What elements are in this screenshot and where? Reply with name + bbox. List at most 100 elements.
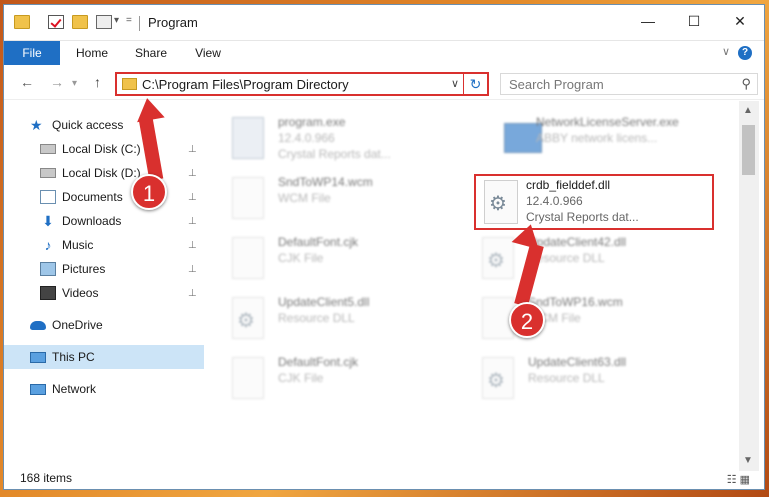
file-type: ABBY network licens... bbox=[536, 131, 658, 145]
dll-gear-icon bbox=[484, 180, 518, 224]
file-name: UpdateClient5.dll bbox=[278, 295, 370, 309]
pin-icon[interactable]: ⊥ bbox=[188, 240, 197, 251]
help-icon[interactable]: ? bbox=[738, 46, 752, 60]
sidebar-item-music[interactable]: ♪ Music ⊥ bbox=[40, 233, 204, 257]
scroll-up-icon[interactable]: ▲ bbox=[743, 105, 753, 116]
maximize-button[interactable]: ☐ bbox=[671, 5, 717, 37]
new-folder-icon[interactable] bbox=[72, 15, 88, 29]
dll-gear-icon bbox=[482, 237, 514, 279]
file-type: CJK File bbox=[278, 251, 324, 265]
file-type: Resource DLL bbox=[278, 311, 355, 325]
view-toggle-icons[interactable]: ☷ ▦ bbox=[727, 473, 750, 486]
sidebar-item-network[interactable]: Network bbox=[30, 377, 96, 401]
sidebar-item-this-pc[interactable]: This PC bbox=[4, 345, 204, 369]
file-icon bbox=[232, 357, 264, 399]
file-description: Crystal Reports dat... bbox=[526, 210, 639, 224]
folder-icon[interactable] bbox=[14, 15, 30, 29]
file-list: program.exe 12.4.0.966 Crystal Reports d… bbox=[204, 101, 739, 471]
sidebar-item-label: Videos bbox=[62, 286, 99, 300]
annotation-badge-1: 1 bbox=[131, 174, 167, 210]
videos-icon bbox=[40, 286, 56, 300]
minimize-button[interactable]: — bbox=[625, 5, 671, 37]
file-item-sndtowp16[interactable]: SndToWP16.wcm WCM File bbox=[454, 293, 694, 349]
dll-gear-icon bbox=[232, 297, 264, 339]
tab-view[interactable]: View bbox=[182, 41, 234, 65]
computer-icon bbox=[30, 351, 46, 363]
drive-icon bbox=[40, 144, 56, 154]
file-item-updateclient63[interactable]: UpdateClient63.dll Resource DLL bbox=[454, 353, 694, 409]
file-item-updateclient42[interactable]: UpdateClient42.dll Resource DLL bbox=[454, 233, 694, 289]
folder-icon bbox=[122, 78, 137, 90]
scrollbar-thumb[interactable] bbox=[742, 125, 755, 175]
file-item-crdb-fielddef[interactable]: crdb_fielddef.dll 12.4.0.966 Crystal Rep… bbox=[474, 174, 714, 230]
network-icon bbox=[30, 383, 46, 395]
sidebar-item-videos[interactable]: Videos ⊥ bbox=[40, 281, 204, 305]
pin-icon[interactable]: ⊥ bbox=[188, 144, 197, 155]
search-icon[interactable]: ⚲ bbox=[741, 76, 751, 92]
sidebar-item-label: Local Disk (C:) bbox=[62, 142, 141, 156]
scroll-down-icon[interactable]: ▼ bbox=[743, 455, 753, 466]
up-button[interactable]: ↑ bbox=[94, 74, 101, 90]
sidebar-item-local-disk-d[interactable]: Local Disk (D:) ⊥ bbox=[40, 161, 204, 185]
pin-icon[interactable]: ⊥ bbox=[188, 192, 197, 203]
sidebar-item-label: Network bbox=[52, 382, 97, 396]
pin-icon[interactable]: ⊥ bbox=[188, 264, 197, 275]
sidebar-item-label: Pictures bbox=[62, 262, 106, 276]
pin-icon[interactable]: ⊥ bbox=[188, 288, 197, 299]
recent-locations-icon[interactable]: ▾ bbox=[72, 78, 77, 89]
tab-home[interactable]: Home bbox=[64, 41, 120, 65]
exe-icon bbox=[232, 117, 264, 159]
back-button[interactable]: ← bbox=[20, 74, 34, 90]
music-icon: ♪ bbox=[44, 237, 52, 253]
download-icon: ⬇ bbox=[42, 213, 54, 229]
sidebar-item-downloads[interactable]: ⬇ Downloads ⊥ bbox=[40, 209, 204, 233]
sidebar-item-quick-access[interactable]: ★ Quick access bbox=[30, 113, 123, 137]
file-name: UpdateClient63.dll bbox=[528, 355, 627, 369]
file-icon bbox=[232, 237, 264, 279]
pin-icon[interactable]: ⊥ bbox=[188, 216, 197, 227]
file-description: Crystal Reports dat... bbox=[278, 147, 391, 161]
title-bar: ▾ = Program — ☐ ✕ bbox=[4, 5, 764, 41]
sidebar-item-label: This PC bbox=[52, 350, 95, 364]
search-input[interactable]: Search Program ⚲ bbox=[500, 73, 758, 95]
chevron-down-icon[interactable]: ▾ bbox=[114, 15, 119, 26]
vertical-scrollbar[interactable]: ▲ ▼ bbox=[739, 101, 759, 471]
customize-toolbar-icon[interactable] bbox=[96, 15, 112, 29]
file-item-defaultfont-2[interactable]: DefaultFont.cjk CJK File bbox=[204, 353, 444, 409]
sidebar-item-local-disk-c[interactable]: Local Disk (C:) ⊥ bbox=[40, 137, 204, 161]
file-type: Resource DLL bbox=[528, 371, 605, 385]
forward-button[interactable]: → bbox=[50, 74, 64, 90]
window-title: Program bbox=[148, 15, 198, 30]
tab-share[interactable]: Share bbox=[124, 41, 178, 65]
ribbon: File Home Share View ∨ ? bbox=[4, 41, 764, 65]
file-item-defaultfont[interactable]: DefaultFont.cjk CJK File bbox=[204, 233, 444, 289]
navigation-bar: ← → ▾ ↑ C:\Program Files\Program Directo… bbox=[4, 66, 764, 100]
explorer-window: ▾ = Program — ☐ ✕ File Home Share View ∨… bbox=[3, 4, 765, 490]
file-version: 12.4.0.966 bbox=[278, 131, 335, 145]
sidebar-item-onedrive[interactable]: OneDrive bbox=[30, 313, 103, 337]
status-bar: 168 items ☷ ▦ bbox=[4, 471, 764, 489]
sidebar-item-documents[interactable]: Documents ⊥ bbox=[40, 185, 204, 209]
address-bar[interactable]: C:\Program Files\Program Directory ∨ ↻ bbox=[115, 72, 489, 96]
file-item-sndtowp14[interactable]: SndToWP14.wcm WCM File bbox=[204, 173, 444, 229]
pictures-icon bbox=[40, 262, 56, 276]
file-name: program.exe bbox=[278, 115, 346, 129]
expand-ribbon-icon[interactable]: ∨ bbox=[722, 45, 730, 58]
address-path[interactable]: C:\Program Files\Program Directory bbox=[142, 77, 349, 92]
dll-gear-icon bbox=[482, 357, 514, 399]
cloud-icon bbox=[30, 320, 46, 330]
refresh-button[interactable]: ↻ bbox=[463, 72, 487, 96]
address-dropdown-icon[interactable]: ∨ bbox=[451, 77, 459, 90]
file-name: crdb_fielddef.dll bbox=[526, 178, 611, 192]
drive-icon bbox=[40, 168, 56, 178]
tab-file[interactable]: File bbox=[4, 41, 60, 65]
close-button[interactable]: ✕ bbox=[717, 5, 763, 37]
properties-icon[interactable] bbox=[48, 15, 64, 29]
pin-icon[interactable]: = bbox=[126, 15, 132, 26]
file-item-updateclient5[interactable]: UpdateClient5.dll Resource DLL bbox=[204, 293, 444, 349]
pin-icon[interactable]: ⊥ bbox=[188, 168, 197, 179]
file-item-program-exe[interactable]: program.exe 12.4.0.966 Crystal Reports d… bbox=[204, 113, 444, 169]
file-item-networklicenseserver[interactable]: NetworkLicenseServer.exe ABBY network li… bbox=[476, 113, 716, 169]
star-icon: ★ bbox=[30, 117, 43, 133]
sidebar-item-pictures[interactable]: Pictures ⊥ bbox=[40, 257, 204, 281]
